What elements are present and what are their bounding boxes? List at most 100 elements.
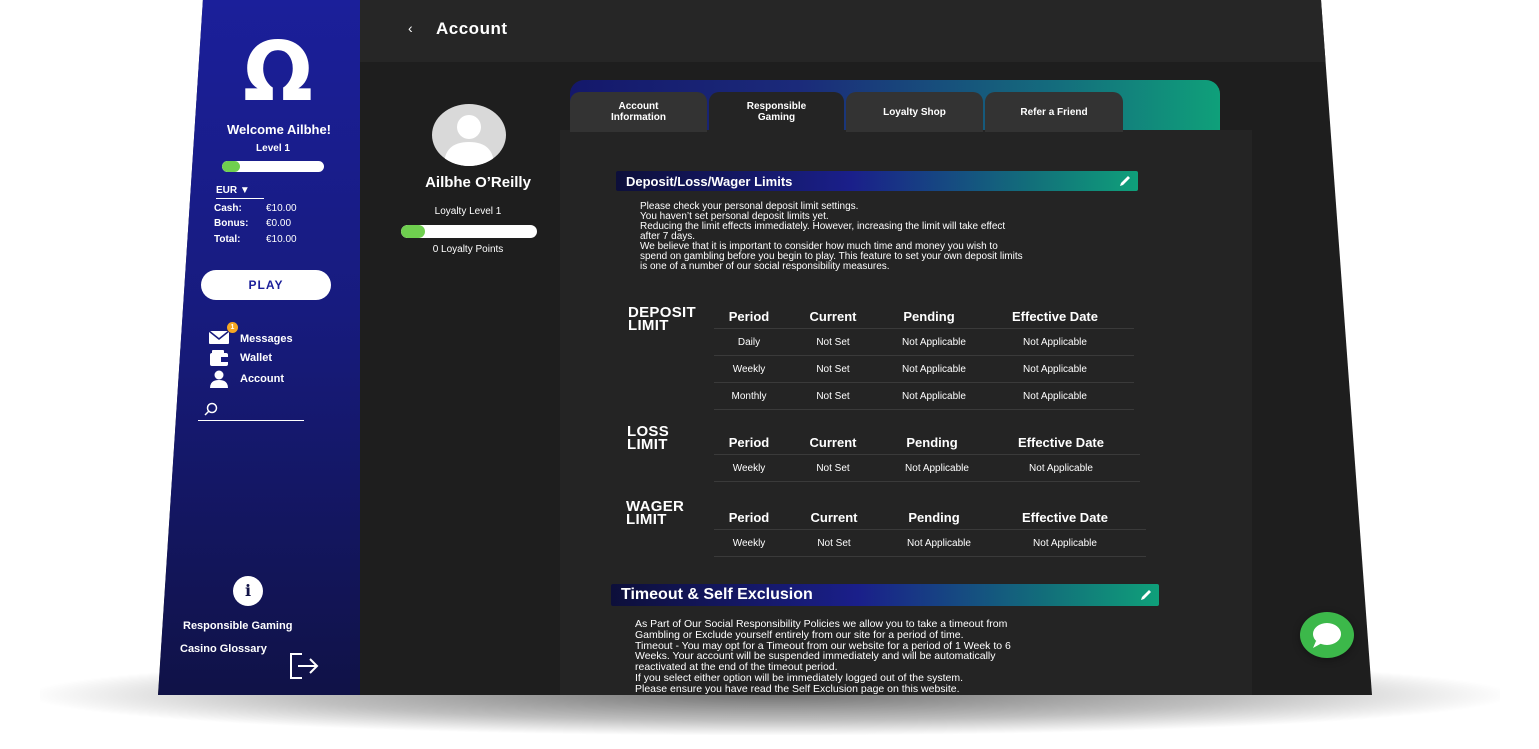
column-header: Current xyxy=(810,509,858,525)
avatar-icon xyxy=(444,115,494,166)
text-line: Please ensure you have read the Self Exc… xyxy=(635,682,960,695)
column-header: Current xyxy=(809,308,857,324)
balance-total: Total: €10.00 xyxy=(214,234,344,245)
top-header: ‹ Account xyxy=(360,0,1372,62)
column-header: Effective Date xyxy=(1012,308,1098,324)
wager-limit-table: Period Current Pending Effective Date We… xyxy=(714,505,1146,557)
balance-bonus: Bonus: €0.00 xyxy=(214,218,344,229)
nav-item-account[interactable]: Account xyxy=(208,370,284,388)
text-line: Reducing the limit effects immediately. … xyxy=(640,221,1006,232)
table-header: Period Current Pending Effective Date xyxy=(714,430,1140,455)
table-cell: Not Applicable xyxy=(905,462,969,474)
welcome-text: Welcome Ailbhe! xyxy=(226,122,332,137)
profile-name: Ailbhe O’Reilly xyxy=(425,174,531,191)
column-header: Effective Date xyxy=(1018,434,1104,450)
table-header: Period Current Pending Effective Date xyxy=(714,505,1146,530)
level-progress-fill xyxy=(222,161,241,172)
column-header: Pending xyxy=(908,509,960,525)
table-cell: Not Applicable xyxy=(1033,537,1097,549)
omega-logo-icon: Ω xyxy=(243,30,313,110)
column-header: Period xyxy=(728,434,770,450)
column-header: Pending xyxy=(906,434,958,450)
text-line: Gambling or Exclude yourself entirely fr… xyxy=(635,628,964,641)
table-cell: Not Set xyxy=(816,462,850,474)
tab-account-information[interactable]: Account Information xyxy=(570,92,707,132)
table-cell: Weekly xyxy=(732,537,766,549)
level-text: Level 1 xyxy=(256,143,290,154)
currency-select[interactable]: EUR ▼ xyxy=(216,185,264,199)
loyalty-progress-fill xyxy=(401,225,426,238)
table-cell: Not Applicable xyxy=(1023,363,1087,375)
table-cell: Not Applicable xyxy=(1023,336,1087,348)
limits-section-header: Deposit/Loss/Wager Limits xyxy=(616,171,1138,191)
table-cell: Not Applicable xyxy=(1029,462,1093,474)
column-header: Period xyxy=(728,509,770,525)
loyalty-level: Loyalty Level 1 xyxy=(434,206,502,217)
tab-label: Responsible Gaming xyxy=(746,101,807,123)
balance-label: Cash: xyxy=(214,203,242,214)
balance-label: Bonus: xyxy=(214,218,249,229)
tab-refer-a-friend[interactable]: Refer a Friend xyxy=(985,92,1123,132)
chat-bubble-icon xyxy=(1313,623,1341,648)
messages-badge: 1 xyxy=(227,322,238,333)
nav-label: Messages xyxy=(240,332,293,345)
tab-label: Account Information xyxy=(611,101,666,123)
balance-cash: Cash: €10.00 xyxy=(214,203,344,214)
tab-label: Refer a Friend xyxy=(1020,106,1088,118)
table-cell: Monthly xyxy=(731,390,767,402)
table-row: Daily Not Set Not Applicable Not Applica… xyxy=(714,329,1134,356)
info-icon[interactable]: i xyxy=(233,576,263,606)
edit-pencil-icon[interactable] xyxy=(1118,174,1132,188)
balance-value: €10.00 xyxy=(266,234,297,245)
deposit-limit-table: Period Current Pending Effective Date Da… xyxy=(714,304,1134,410)
loss-limit-table: Period Current Pending Effective Date We… xyxy=(714,430,1140,482)
chevron-down-icon: ▼ xyxy=(239,185,250,196)
wallet-icon xyxy=(210,350,228,366)
limit-title-line: LIMIT xyxy=(627,436,668,453)
section-title: Deposit/Loss/Wager Limits xyxy=(626,173,793,189)
user-icon xyxy=(210,370,228,388)
tab-loyalty-shop[interactable]: Loyalty Shop xyxy=(846,92,983,132)
balance-value: €10.00 xyxy=(266,203,297,214)
responsible-gaming-link[interactable]: Responsible Gaming xyxy=(183,620,292,632)
limits-description: Please check your personal deposit limit… xyxy=(640,202,1023,272)
app-window: Ω Welcome Ailbhe! Level 1 EUR ▼ Cash: €10… xyxy=(158,0,1372,695)
table-cell: Not Applicable xyxy=(1023,390,1087,402)
table-cell: Weekly xyxy=(732,462,766,474)
section-title: Timeout & Self Exclusion xyxy=(621,586,813,603)
loss-limit-title: LOSS LIMIT xyxy=(627,424,669,453)
search-icon xyxy=(204,402,218,416)
column-header: Period xyxy=(728,308,770,324)
timeout-description: As Part of Our Social Responsibility Pol… xyxy=(635,619,1011,695)
search-input[interactable] xyxy=(198,400,304,421)
column-header: Pending xyxy=(903,308,955,324)
table-cell: Not Applicable xyxy=(902,363,966,375)
back-chevron-icon[interactable]: ‹ xyxy=(408,20,413,36)
casino-glossary-link[interactable]: Casino Glossary xyxy=(180,643,267,655)
account-tabs: Account Information Responsible Gaming L… xyxy=(570,92,1125,132)
edit-pencil-icon[interactable] xyxy=(1139,588,1153,602)
logout-icon[interactable] xyxy=(288,651,320,681)
timeout-section-header: Timeout & Self Exclusion xyxy=(611,584,1159,606)
table-cell: Not Set xyxy=(816,363,850,375)
table-cell: Daily xyxy=(737,336,761,348)
chat-button[interactable] xyxy=(1300,612,1354,658)
nav-item-messages[interactable]: 1 Messages xyxy=(208,322,293,349)
table-header: Period Current Pending Effective Date xyxy=(714,304,1134,329)
nav-item-wallet[interactable]: Wallet xyxy=(208,349,272,367)
balance-label: Total: xyxy=(214,234,241,245)
play-button[interactable]: PLAY xyxy=(201,270,331,300)
loyalty-points: 0 Loyalty Points xyxy=(432,244,504,255)
tab-responsible-gaming[interactable]: Responsible Gaming xyxy=(709,92,844,132)
tab-label: Loyalty Shop xyxy=(883,106,946,118)
svg-text:Ω: Ω xyxy=(243,30,313,110)
avatar xyxy=(432,104,506,166)
nav-label: Account xyxy=(240,373,284,385)
balance-value: €0.00 xyxy=(266,218,292,229)
wager-limit-title: WAGER LIMIT xyxy=(626,499,684,527)
table-cell: Not Set xyxy=(817,537,851,549)
deposit-limit-title: DEPOSIT LIMIT xyxy=(628,305,696,333)
table-row: Monthly Not Set Not Applicable Not Appli… xyxy=(714,383,1134,410)
table-cell: Weekly xyxy=(732,363,766,375)
table-cell: Not Applicable xyxy=(907,537,971,549)
